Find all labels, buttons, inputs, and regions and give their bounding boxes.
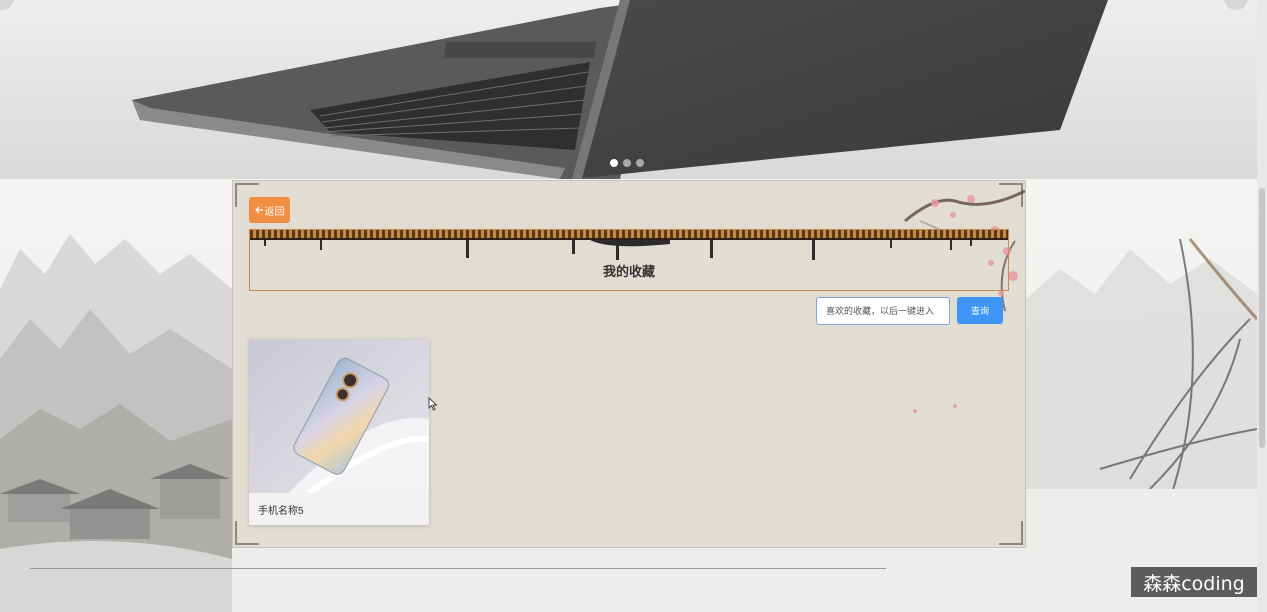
- back-button[interactable]: 返回: [249, 197, 290, 223]
- arrow-left-icon: [254, 206, 263, 214]
- scrollbar-thumb[interactable]: [1259, 188, 1265, 448]
- page-title: 我的收藏: [602, 264, 655, 279]
- footer-divider: [30, 568, 886, 569]
- product-thumbnail: [249, 339, 429, 493]
- panel-corner-ornament: [999, 521, 1023, 545]
- favorites-panel: 返回 我的收藏 查询: [232, 180, 1026, 548]
- page-title-banner: 我的收藏: [249, 229, 1009, 291]
- watermark: 森森coding: [1131, 567, 1257, 597]
- laptop-banner-image: [0, 0, 1257, 179]
- carousel-dot[interactable]: [636, 159, 644, 167]
- mouse-pointer-icon: [428, 397, 438, 411]
- page-scrollbar[interactable]: [1257, 0, 1267, 612]
- carousel-banner[interactable]: [0, 0, 1257, 179]
- favorite-product-card[interactable]: 手机名称5: [249, 339, 429, 525]
- carousel-dot[interactable]: [610, 159, 618, 167]
- carousel-dot[interactable]: [623, 159, 631, 167]
- back-button-label: 返回: [264, 206, 285, 218]
- product-name: 手机名称5: [258, 506, 304, 517]
- favorites-search-input[interactable]: [816, 297, 950, 325]
- meander-frieze: [250, 230, 1008, 240]
- search-button[interactable]: 查询: [957, 297, 1003, 324]
- carousel-indicators: [610, 159, 644, 167]
